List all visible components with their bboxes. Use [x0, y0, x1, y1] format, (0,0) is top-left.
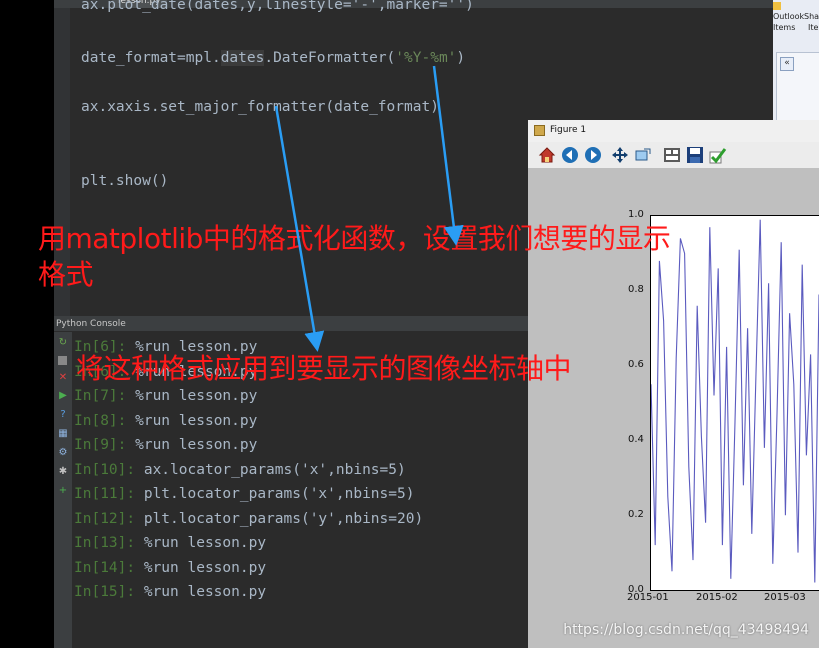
add-console-icon[interactable]: + [57, 485, 69, 497]
console-line: In[7]: %run lesson.py [74, 388, 257, 404]
y-tick-label: 0.2 [628, 509, 644, 520]
console-prompt: In[13]: [74, 535, 136, 551]
console-prompt: In[9]: [74, 437, 127, 453]
console-line: In[12]: plt.locator_params('y',nbins=20) [74, 511, 423, 527]
x-tick-label: 2015-02 [696, 592, 738, 603]
settings-icon[interactable]: ⚙ [57, 447, 69, 459]
edit-icon[interactable] [709, 146, 727, 164]
code-line-date-format: date_format=mpl.dates.DateFormatter('%Y-… [81, 50, 465, 66]
save-icon[interactable] [686, 146, 704, 164]
outlook-label[interactable]: Outlook [773, 12, 804, 21]
y-tick-label: 0.8 [628, 284, 644, 295]
console-command: %run lesson.py [126, 388, 258, 404]
subplots-icon[interactable] [663, 146, 681, 164]
console-command: plt.locator_params('x',nbins=5) [135, 486, 415, 502]
code-string: '%Y-%m' [395, 50, 457, 66]
zoom-icon[interactable] [634, 146, 652, 164]
console-prompt: In[10]: [74, 461, 136, 478]
code-text: ) [456, 50, 466, 66]
console-prompt: In[7]: [74, 388, 127, 404]
console-line: In[15]: %run lesson.py [74, 584, 266, 600]
x-tick-label: 2015-01 [627, 592, 669, 603]
code-text: date_format=mpl. [81, 50, 221, 66]
annotation-line-2: 格式 [38, 258, 94, 291]
share-items-label[interactable]: Ite [808, 23, 818, 32]
console-command: %run lesson.py [135, 584, 267, 600]
console-command: %run lesson.py [135, 559, 267, 576]
console-command: %run lesson.py [126, 437, 258, 453]
outlook-icon [773, 2, 781, 10]
close-icon[interactable]: ✕ [57, 372, 69, 384]
line-series [650, 219, 819, 583]
outlook-panel: « [776, 52, 819, 122]
figure-window: Figure 1 1.0 0.8 0.6 0.4 0.2 0.0 2015-01… [528, 120, 819, 648]
console-prompt: In[12]: [74, 510, 136, 527]
console-command: %run lesson.py [126, 412, 258, 429]
console-toolbar: ↻ ✕ ▶ ? ▦ ⚙ ✱ + [54, 332, 72, 648]
console-prompt: In[15]: [74, 584, 136, 600]
annotation-line-3: 将这种格式应用到要显示的图像坐标轴中 [76, 352, 572, 385]
console-prompt: In[14]: [74, 559, 136, 576]
console-header: Python Console [54, 316, 528, 332]
code-line-plot-date: ax.plot_date(dates,y,linestyle='-',marke… [81, 0, 474, 13]
help-icon[interactable]: ? [57, 409, 69, 421]
y-tick-label: 1.0 [628, 209, 644, 220]
console-command: plt.locator_params('y',nbins=20) [135, 510, 424, 527]
share-label[interactable]: Shar [804, 12, 819, 21]
y-tick-label: 0.6 [628, 359, 644, 370]
figure-app-icon [534, 125, 545, 136]
run-icon[interactable]: ▶ [57, 390, 69, 402]
pan-icon[interactable] [611, 146, 629, 164]
figure-titlebar: Figure 1 [528, 120, 819, 143]
console-prompt: In[11]: [74, 486, 136, 502]
console-line: In[9]: %run lesson.py [74, 437, 257, 453]
console-line: In[14]: %run lesson.py [74, 560, 266, 576]
back-icon[interactable] [561, 146, 579, 164]
forward-icon[interactable] [584, 146, 602, 164]
left-margin [0, 0, 54, 648]
debug-icon[interactable]: ✱ [57, 466, 69, 478]
console-line: In[13]: %run lesson.py [74, 535, 266, 551]
console-line: In[10]: ax.locator_params('x',nbins=5) [74, 462, 406, 478]
plot-area[interactable] [650, 215, 819, 591]
figure-toolbar [528, 142, 819, 169]
code-module: dates [220, 50, 265, 66]
outlook-items-label[interactable]: Items [773, 23, 795, 32]
y-tick-label: 0.4 [628, 434, 644, 445]
console-command: %run lesson.py [135, 535, 267, 551]
console-command: ax.locator_params('x',nbins=5) [135, 461, 406, 478]
console-line: In[8]: %run lesson.py [74, 413, 257, 429]
watermark: https://blog.csdn.net/qq_43498494 [563, 622, 809, 638]
figure-title: Figure 1 [550, 125, 587, 135]
home-icon[interactable] [538, 146, 556, 164]
collapse-icon[interactable]: « [780, 57, 794, 71]
annotation-line-1: 用matplotlib中的格式化函数，设置我们想要的显示 [38, 222, 671, 255]
outlook-ribbon: Outlook Items Shar Ite « [773, 0, 819, 122]
console-line: In[11]: plt.locator_params('x',nbins=5) [74, 486, 414, 502]
code-line-show: plt.show() [81, 173, 169, 189]
console-prompt: In[8]: [74, 412, 127, 429]
code-line-set-formatter: ax.xaxis.set_major_formatter(date_format… [81, 99, 439, 115]
rerun-icon[interactable]: ↻ [57, 337, 69, 349]
code-text: .DateFormatter( [264, 50, 396, 66]
series-line [650, 219, 819, 583]
variables-icon[interactable]: ▦ [57, 428, 69, 440]
stop-icon[interactable] [58, 356, 67, 365]
x-tick-label: 2015-03 [764, 592, 806, 603]
